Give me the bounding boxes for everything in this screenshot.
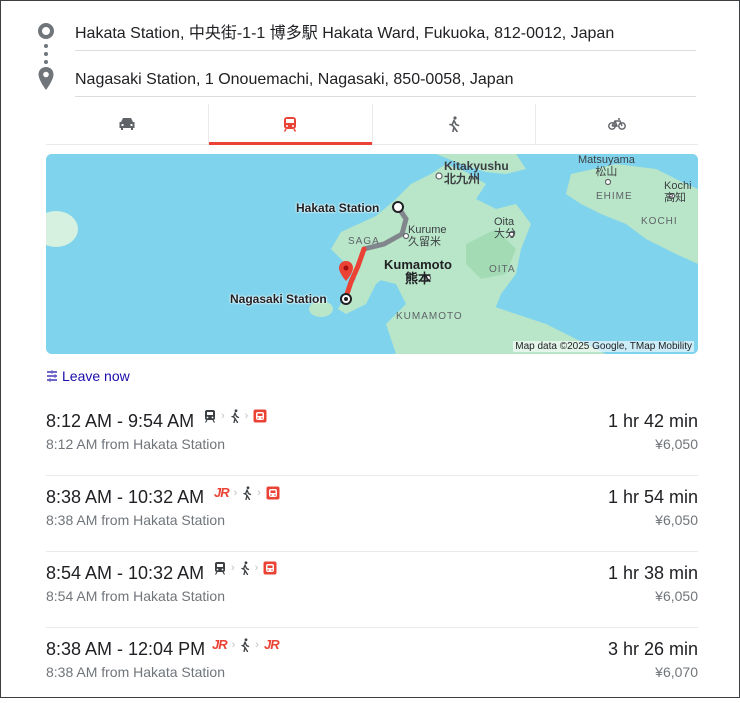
trip-time: 8:12 AM - 9:54 AM <box>46 411 195 431</box>
trip-time: 8:38 AM - 10:32 AM <box>46 487 205 507</box>
car-icon <box>119 118 135 130</box>
origin-circle-icon <box>38 23 54 39</box>
map-island-3 <box>431 288 451 300</box>
tab-transit[interactable] <box>209 104 373 145</box>
walk-icon <box>231 409 239 423</box>
tab-walking[interactable] <box>373 104 536 144</box>
jr-icon: JR <box>212 637 228 652</box>
map-label-saga: SAGA <box>348 236 380 247</box>
map-city-dot-kitakyushu <box>435 172 443 180</box>
map-label-kochi: Kochi 高知 <box>664 180 692 204</box>
map-label-kumamoto: Kumamoto 熊本 <box>384 257 452 286</box>
map-label-kumamoto-pref: KUMAMOTO <box>396 311 463 322</box>
chevron-right-icon: › <box>231 562 235 574</box>
train-icon <box>204 410 216 423</box>
trip-option[interactable]: 8:12 AM - 9:54 AM › › 8:12 AM from Hakat… <box>46 399 698 476</box>
chevron-right-icon: › <box>233 486 238 499</box>
walk-icon <box>243 485 252 500</box>
chevron-right-icon: › <box>244 410 249 422</box>
map-label-kochi-pref: KOCHI <box>641 216 678 227</box>
trip-option[interactable]: 8:38 AM - 12:04 PM JR › › JR 8:38 AM fro… <box>46 627 698 703</box>
train-icon <box>284 117 297 132</box>
map-label-ehime: EHIME <box>596 191 633 202</box>
train-icon <box>214 562 226 575</box>
trip-price: ¥6,070 <box>655 664 698 680</box>
map-origin-marker <box>392 201 404 213</box>
travel-mode-tabs <box>46 104 698 145</box>
map-label-kitakyushu: Kitakyushu 北九州 <box>444 159 509 186</box>
chevron-right-icon: › <box>257 486 261 499</box>
chevron-right-icon: › <box>221 410 225 422</box>
shinkansen-icon <box>253 409 267 423</box>
trip-departure: 8:38 AM from Hakata Station <box>46 664 225 680</box>
trip-steps: JR › › JR <box>212 637 280 652</box>
shinkansen-icon <box>263 561 277 575</box>
chevron-right-icon: › <box>231 638 236 651</box>
trip-time: 8:54 AM - 10:32 AM <box>46 563 205 583</box>
trip-duration: 3 hr 26 min <box>607 639 698 659</box>
map-canvas <box>46 154 698 354</box>
walk-icon <box>448 116 459 132</box>
map-label-matsuyama: Matsuyama 松山 <box>578 154 635 178</box>
tune-icon <box>47 370 57 382</box>
trip-departure: 8:12 AM from Hakata Station <box>46 436 225 452</box>
chevron-right-icon: › <box>254 562 259 574</box>
destination-row: Nagasaki Station, 1 Onouemachi, Nagasaki… <box>36 66 700 102</box>
jr-icon: JR <box>263 637 280 652</box>
origin-row: Hakata Station, 中央街-1-1 博多駅 Hakata Ward,… <box>36 20 700 56</box>
map-label-oita: Oita 大分 <box>494 216 516 240</box>
trip-duration: 1 hr 42 min <box>607 411 698 431</box>
trip-option[interactable]: 8:38 AM - 10:32 AM JR › › 8:38 AM from H… <box>46 475 698 552</box>
trip-price: ¥6,050 <box>655 512 698 528</box>
origin-input[interactable]: Hakata Station, 中央街-1-1 博多駅 Hakata Ward,… <box>75 20 696 51</box>
tab-cycling[interactable] <box>536 104 698 144</box>
trip-steps: › › <box>214 561 277 575</box>
trip-duration: 1 hr 54 min <box>607 487 698 507</box>
trip-departure: 8:38 AM from Hakata Station <box>46 512 225 528</box>
destination-pin-icon <box>38 67 54 90</box>
trip-price: ¥6,050 <box>655 588 698 604</box>
trip-time: 8:38 AM - 12:04 PM <box>46 639 206 659</box>
trip-price: ¥6,050 <box>655 436 698 452</box>
destination-input[interactable]: Nagasaki Station, 1 Onouemachi, Nagasaki… <box>75 66 696 97</box>
trip-departure: 8:54 AM from Hakata Station <box>46 588 225 604</box>
map-attribution: Map data ©2025 Google, TMap Mobility <box>513 341 694 352</box>
map-label-nagasaki: Nagasaki Station <box>230 292 327 306</box>
shinkansen-icon <box>266 486 280 499</box>
route-dots-icon <box>44 44 48 68</box>
leave-now-label: Leave now <box>62 368 130 384</box>
trip-option[interactable]: 8:54 AM - 10:32 AM › › 8:54 AM from Haka… <box>46 551 698 628</box>
bike-icon <box>607 118 626 130</box>
jr-icon: JR <box>214 485 230 500</box>
walk-icon <box>241 637 250 652</box>
trip-duration: 1 hr 38 min <box>607 563 698 583</box>
map-label-hakata: Hakata Station <box>296 201 380 215</box>
route-map[interactable]: Kitakyushu 北九州 Hakata Station Kurume 久留米 S… <box>46 154 698 354</box>
chevron-right-icon: › <box>255 638 259 651</box>
map-label-kurume: Kurume 久留米 <box>408 224 447 248</box>
leave-now-button[interactable]: Leave now <box>46 368 130 384</box>
walk-icon <box>241 561 249 575</box>
map-city-dot-matsuyama <box>604 178 612 186</box>
tab-driving[interactable] <box>46 104 210 144</box>
map-label-oita-pref: OITA <box>489 264 516 275</box>
trip-steps: JR › › <box>214 485 280 500</box>
trip-steps: › › <box>204 409 267 423</box>
